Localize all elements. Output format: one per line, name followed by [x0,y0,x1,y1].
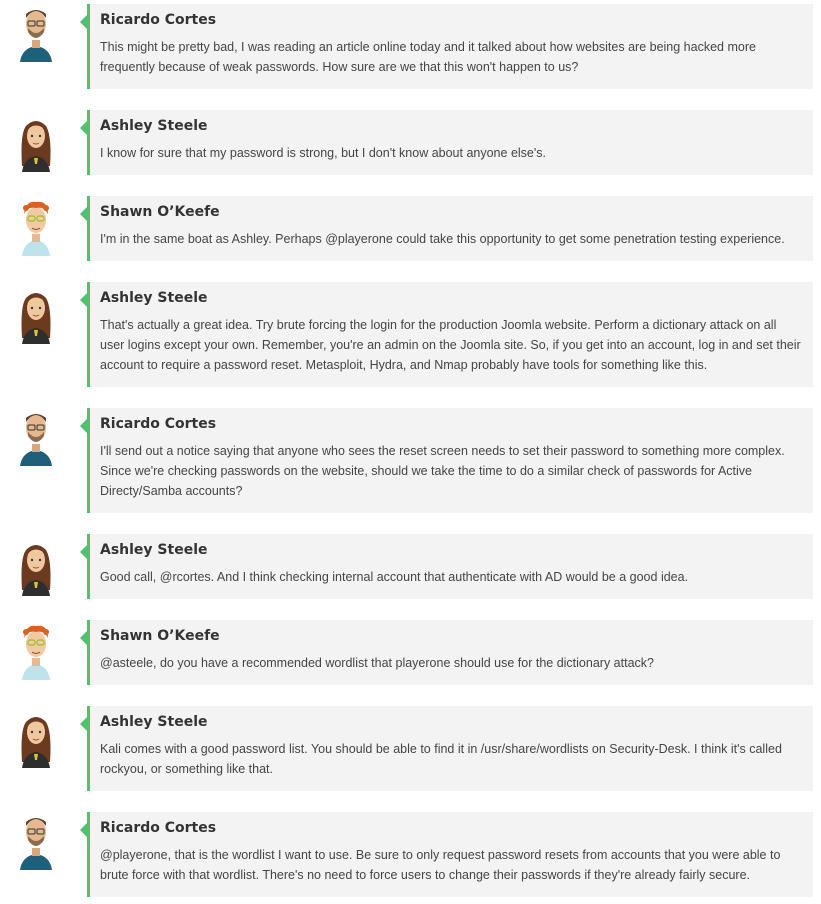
message-text: This might be pretty bad, I was reading … [100,40,756,74]
ashley-avatar-icon [12,538,60,598]
ashley-avatar-icon [12,710,60,770]
message-text: Kali comes with a good password list. Yo… [100,742,782,776]
message-author: Shawn O’Keefe [100,204,220,220]
ashley-avatar-icon [12,286,60,346]
message-text: I'll send out a notice saying that anyon… [100,444,785,498]
message-author: Shawn O’Keefe [100,628,220,644]
message-author: Ashley Steele [100,290,208,306]
message-text: @playerone, that is the wordlist I want … [100,848,781,882]
message-text: I know for sure that my password is stro… [100,146,546,160]
message-author: Ricardo Cortes [100,416,217,432]
ricardo-avatar-icon [12,408,60,468]
message-text: @asteele, do you have a recommended word… [100,656,654,670]
message-bubble: Shawn O’Keefe I'm in the same boat as As… [80,196,813,261]
message-bubble: Ricardo Cortes I'll send out a notice sa… [80,408,813,513]
message-bubble: Ashley Steele That's actually a great id… [80,282,813,387]
ashley-avatar-icon [12,114,60,174]
message-bubble: Ricardo Cortes @playerone, that is the w… [80,812,813,897]
message-author: Ashley Steele [100,714,208,730]
message-author: Ricardo Cortes [100,820,217,836]
message-author: Ashley Steele [100,542,208,558]
ricardo-avatar-icon [12,812,60,872]
message-text: Good call, @rcortes. And I think checkin… [100,570,689,584]
message-bubble: Shawn O’Keefe @asteele, do you have a re… [80,620,813,685]
message-bubble: Ricardo Cortes This might be pretty bad,… [80,4,813,89]
message-text: I'm in the same boat as Ashley. Perhaps … [100,232,785,246]
message-bubble: Ashley Steele Kali comes with a good pas… [80,706,813,791]
shawn-avatar-icon [12,622,60,682]
message-author: Ricardo Cortes [100,12,217,28]
message-author: Ashley Steele [100,118,208,134]
message-bubble: Ashley Steele Good call, @rcortes. And I… [80,534,813,599]
message-text: That's actually a great idea. Try brute … [100,318,801,372]
message-bubble: Ashley Steele I know for sure that my pa… [80,110,813,175]
shawn-avatar-icon [12,198,60,258]
ricardo-avatar-icon [12,4,60,64]
